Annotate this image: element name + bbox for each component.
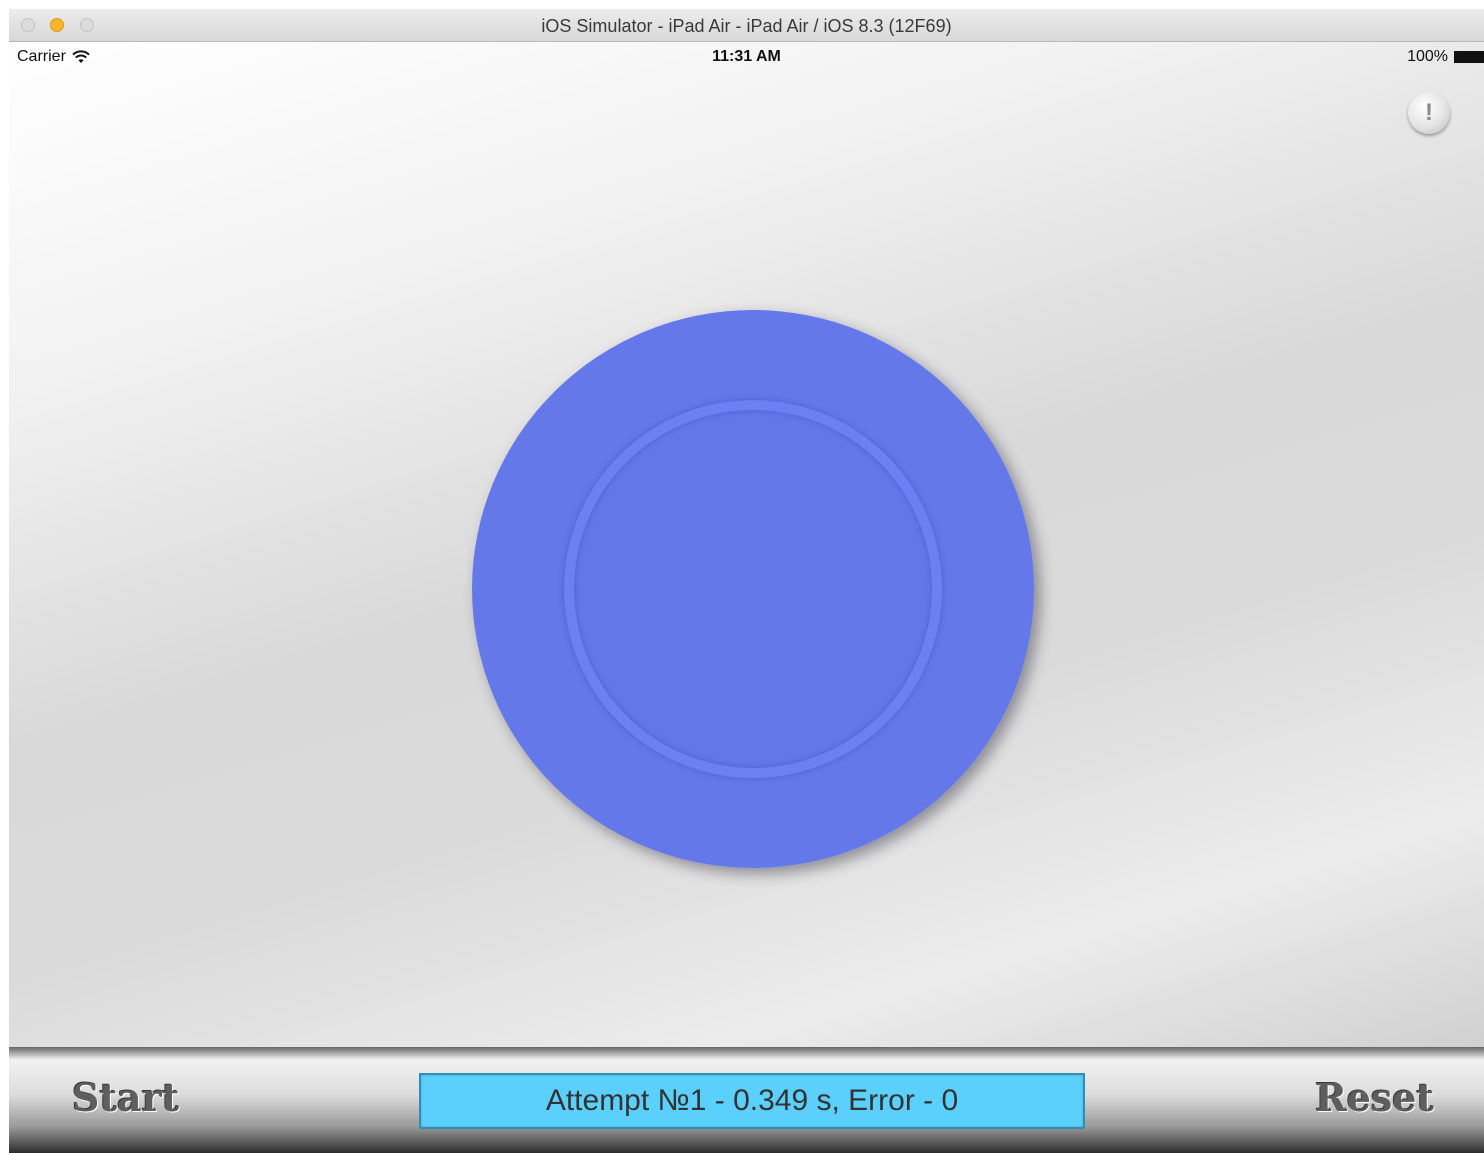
- start-button[interactable]: Start: [72, 1075, 179, 1120]
- exclamation-icon: !: [1425, 99, 1433, 126]
- battery-icon: [1454, 51, 1484, 63]
- disc-inner-ring: [564, 400, 942, 778]
- status-time: 11:31 AM: [712, 48, 781, 65]
- window-title: iOS Simulator - iPad Air - iPad Air / iO…: [541, 16, 952, 36]
- info-button[interactable]: !: [1408, 92, 1450, 134]
- tap-target-disc[interactable]: [472, 310, 1034, 868]
- device-screen: Carrier 11:31 AM 100% ! Start Attempt №1…: [9, 42, 1484, 1153]
- result-label: Attempt №1 - 0.349 s, Error - 0: [419, 1073, 1085, 1129]
- window-titlebar: iOS Simulator - iPad Air - iPad Air / iO…: [9, 9, 1484, 42]
- reset-button[interactable]: Reset: [1315, 1075, 1434, 1120]
- simulator-window: iOS Simulator - iPad Air - iPad Air / iO…: [9, 9, 1484, 1153]
- battery-percent: 100%: [1407, 48, 1448, 65]
- status-bar: Carrier 11:31 AM 100%: [9, 42, 1484, 72]
- bottom-toolbar: Start Attempt №1 - 0.349 s, Error - 0 Re…: [9, 1047, 1484, 1153]
- battery-indicator: 100%: [1407, 48, 1484, 66]
